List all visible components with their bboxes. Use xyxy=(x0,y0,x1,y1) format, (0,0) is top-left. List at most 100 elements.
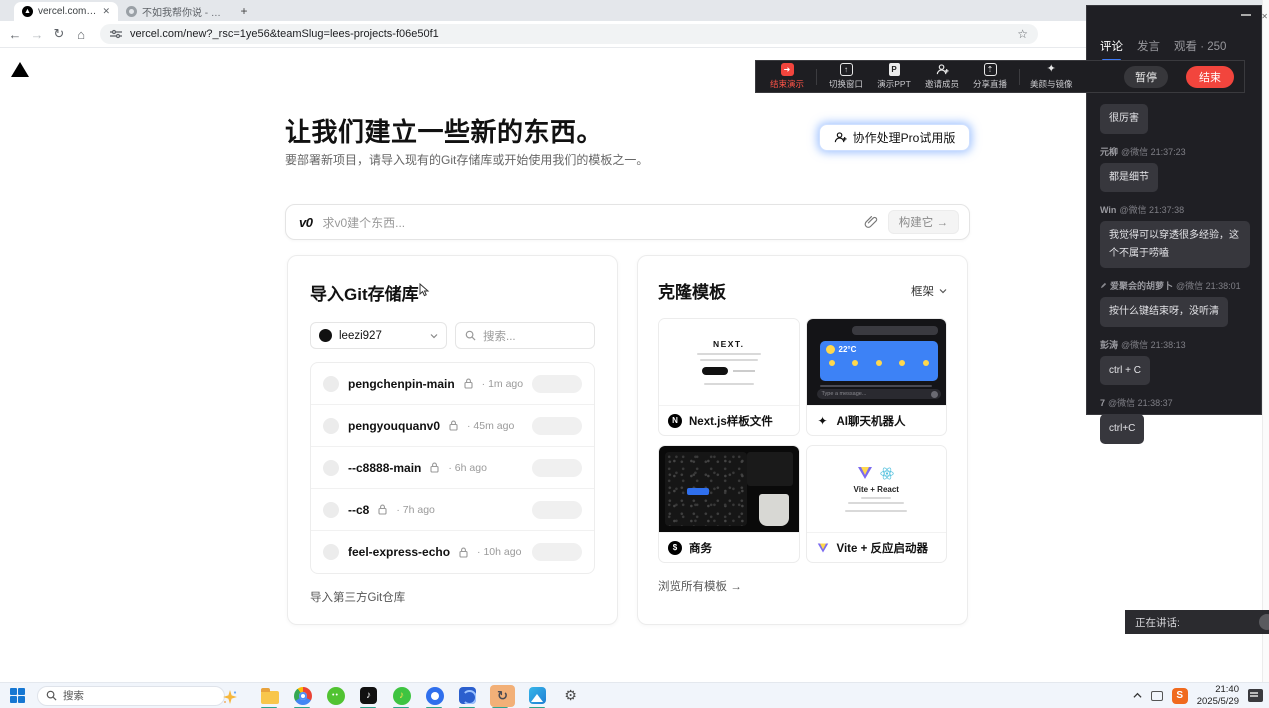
window-edge-strip xyxy=(1262,0,1269,682)
repo-name: --c8888-main xyxy=(348,461,421,475)
tab-ai-chat[interactable]: 不如我帮你说 - AI朋友 xyxy=(118,2,230,21)
share-live-button[interactable]: ⇡ 分享直播 xyxy=(971,63,1009,90)
taskbar-clock[interactable]: 21:40 2025/5/29 xyxy=(1197,684,1239,708)
reload-icon[interactable]: ↻ xyxy=(48,26,70,42)
beauty-mirror-button[interactable]: ✦ 美颜与镜像 xyxy=(1030,63,1073,90)
person-plus-icon xyxy=(834,131,847,144)
pro-trial-label: 协作处理Pro试用版 xyxy=(853,129,956,146)
template-card-commerce[interactable]: $ 商务 xyxy=(658,445,800,563)
vite-react-text: Vite + React xyxy=(854,485,899,494)
toolbar-divider xyxy=(1019,69,1020,85)
template-label: Next.js样板文件 xyxy=(689,413,773,429)
repo-list: pengchenpin-main · 1m ago pengyouquanv0 … xyxy=(310,362,595,574)
tab-comments[interactable]: 评论 xyxy=(1100,38,1123,54)
v0-prompt-bar[interactable]: v0 求v0建个东西... 构建它 → xyxy=(285,204,970,240)
repo-row[interactable]: --c8 · 7h ago xyxy=(311,489,594,531)
notification-center-icon[interactable] xyxy=(1248,689,1263,702)
template-preview: 22°C Type a message... xyxy=(807,319,947,405)
comment-message: 很厉害 xyxy=(1100,104,1252,134)
wechat-icon[interactable] xyxy=(325,685,346,706)
git-account-dropdown[interactable]: leezi927 xyxy=(310,322,447,349)
settings-gear-icon[interactable]: ⚙ xyxy=(560,685,581,706)
import-button-skeleton[interactable] xyxy=(532,375,582,393)
blue-app-icon[interactable] xyxy=(457,685,478,706)
minimize-icon[interactable] xyxy=(1241,14,1251,16)
browse-all-templates-link[interactable]: 浏览所有模板 → xyxy=(658,578,947,594)
forward-icon[interactable]: → xyxy=(26,27,48,42)
template-label: AI聊天机器人 xyxy=(837,413,906,429)
template-card-nextjs[interactable]: NEXT. N Next.js样板文件 xyxy=(658,318,800,436)
repo-avatar xyxy=(323,502,339,518)
sogou-input-icon[interactable]: S xyxy=(1172,688,1188,704)
switch-window-button[interactable]: ↑ 切换窗口 xyxy=(827,63,865,90)
invite-members-button[interactable]: 邀请成员 xyxy=(923,63,961,90)
template-card-ai-chatbot[interactable]: 22°C Type a message... ✦ AI聊天机器人 xyxy=(806,318,948,436)
back-icon[interactable]: ← xyxy=(4,27,26,42)
comment-message: 彭涛@微信 21:38:13 ctrl + C xyxy=(1100,338,1252,386)
speaking-overlay: 正在讲话: xyxy=(1125,610,1269,634)
repo-updated-time: · 1m ago xyxy=(482,378,523,390)
repo-avatar xyxy=(323,460,339,476)
tab-close-icon[interactable]: ✕ xyxy=(102,6,110,17)
import-button-skeleton[interactable] xyxy=(532,543,582,561)
commerce-icon: $ xyxy=(668,541,682,555)
repo-avatar xyxy=(323,544,339,560)
repo-name: pengyouquanv0 xyxy=(348,419,440,433)
music-app-icon[interactable]: ♪ xyxy=(391,685,412,706)
url-bar[interactable]: vercel.com/new?_rsc=1ye56&teamSlug=lees-… xyxy=(100,24,1038,44)
window-close-icon[interactable]: ✕ xyxy=(1261,12,1268,21)
repo-row[interactable]: feel-express-echo · 10h ago xyxy=(311,531,594,573)
home-icon[interactable]: ⌂ xyxy=(70,27,92,42)
repo-search-input[interactable]: 搜索... xyxy=(455,322,595,349)
taskbar-search-input[interactable]: 搜索 xyxy=(37,686,225,706)
browser-app-icon[interactable] xyxy=(424,685,445,706)
lock-icon xyxy=(430,462,439,473)
repo-row[interactable]: pengchenpin-main · 1m ago xyxy=(311,363,594,405)
file-explorer-icon[interactable] xyxy=(259,685,280,706)
start-button-icon[interactable] xyxy=(10,688,25,703)
github-icon xyxy=(319,329,332,342)
tab-vercel[interactable]: ▲ vercel.com/new ✕ xyxy=(14,2,118,21)
end-button[interactable]: 结束 xyxy=(1186,66,1234,88)
repo-row[interactable]: --c8888-main · 6h ago xyxy=(311,447,594,489)
comments-list[interactable]: 很厉害 元柳@微信 21:37:23 都是细节 Win@微信 21:37:38 … xyxy=(1100,104,1252,455)
copilot-sparkle-icon xyxy=(222,689,238,705)
v0-prompt-input[interactable]: 求v0建个东西... xyxy=(322,214,853,231)
speaking-label: 正在讲话: xyxy=(1135,615,1180,630)
end-presentation-button[interactable]: ➜ 结束演示 xyxy=(768,63,806,90)
import-button-skeleton[interactable] xyxy=(532,417,582,435)
repo-avatar xyxy=(323,418,339,434)
new-tab-button[interactable]: + xyxy=(236,3,252,19)
nextjs-icon: N xyxy=(668,414,682,428)
repo-row[interactable]: pengyouquanv0 · 45m ago xyxy=(311,405,594,447)
screen: ▲ vercel.com/new ✕ 不如我帮你说 - AI朋友 + ← → ↻… xyxy=(0,0,1269,708)
tab-watch-count[interactable]: 观看 · 250 xyxy=(1174,38,1226,54)
meeting-app-icon[interactable]: ↻ xyxy=(490,685,515,707)
tray-expand-icon[interactable] xyxy=(1133,691,1142,700)
repo-name: --c8 xyxy=(348,503,369,517)
attach-paperclip-icon[interactable] xyxy=(864,215,878,229)
chrome-icon[interactable] xyxy=(292,685,313,706)
pause-button[interactable]: 暂停 xyxy=(1124,66,1168,88)
git-account-label: leezi927 xyxy=(339,330,423,342)
import-button-skeleton[interactable] xyxy=(532,501,582,519)
collaborate-pro-trial-button[interactable]: 协作处理Pro试用版 xyxy=(819,124,970,151)
import-button-skeleton[interactable] xyxy=(532,459,582,477)
template-card-vite-react[interactable]: Vite + React Vite + 反应启动器 xyxy=(806,445,948,563)
time: 21:40 xyxy=(1197,684,1239,696)
search-icon xyxy=(465,330,476,341)
present-ppt-button[interactable]: P 演示PPT xyxy=(875,63,913,90)
tab-speak[interactable]: 发言 xyxy=(1137,38,1160,54)
search-icon xyxy=(46,690,57,701)
tray-window-icon[interactable] xyxy=(1151,691,1163,701)
browser-toolbar: ← → ↻ ⌂ vercel.com/new?_rsc=1ye56&teamSl… xyxy=(0,21,1269,48)
ppt-icon: P xyxy=(889,63,900,76)
bookmark-star-icon[interactable]: ☆ xyxy=(1017,27,1028,41)
repo-updated-time: · 45m ago xyxy=(467,420,514,432)
build-it-button[interactable]: 构建它 → xyxy=(888,210,959,234)
tiktok-icon[interactable]: ♪ xyxy=(358,685,379,706)
framework-filter-dropdown[interactable]: 框架 xyxy=(911,283,947,299)
repo-updated-time: · 6h ago xyxy=(448,462,487,474)
photos-app-icon[interactable] xyxy=(527,685,548,706)
import-third-party-link[interactable]: 导入第三方Git仓库 xyxy=(310,589,595,605)
